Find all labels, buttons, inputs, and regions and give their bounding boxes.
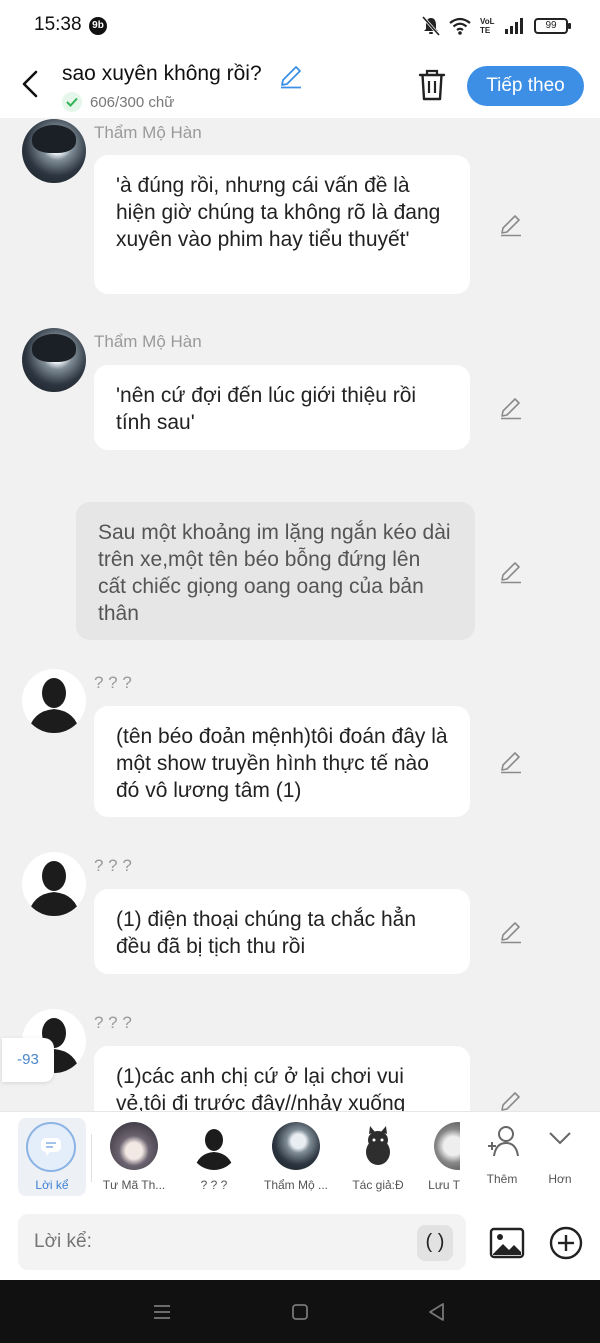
speaker-name: Thẩm Mộ Hàn [94,123,202,142]
back-icon[interactable] [425,1300,449,1324]
scroll-badge[interactable]: -93 [2,1038,54,1082]
volte-icon: VoLTE [480,17,495,35]
speaker-name: Thẩm Mộ Hàn [94,332,202,351]
character-tham-mo-han[interactable]: Thẩm Mộ ... [256,1112,336,1204]
home-icon[interactable] [288,1300,312,1324]
character-label: Lưu T [428,1178,460,1192]
battery-icon: 99 [534,18,571,34]
character-label: Thẩm Mộ ... [263,1178,328,1192]
narration-avatar [26,1122,76,1172]
edit-message-icon[interactable] [499,750,523,774]
character-label: Lời kể [35,1178,69,1192]
avatar[interactable] [22,669,86,733]
chevron-down-icon [549,1132,571,1145]
mute-icon [422,16,440,36]
character-tu-ma[interactable]: Tư Mã Th... [94,1112,174,1204]
parentheses-button[interactable]: ( ) [417,1225,453,1261]
editor-header: sao xuyên không rồi? 606/300 chữ Tiếp th… [0,52,600,118]
more-characters-button[interactable]: Hơn [522,1112,598,1204]
character-author[interactable]: Tác giả:Đ [338,1112,418,1204]
check-icon [62,92,82,112]
avatar[interactable] [22,119,86,183]
character-luu[interactable]: Lưu T [418,1112,460,1204]
message-bubble[interactable]: 'à đúng rồi, nhưng cái vấn đề là hiện gi… [94,155,470,294]
chat-bubble-icon [41,1138,61,1156]
menu-icon[interactable] [150,1300,174,1324]
message-bubble[interactable]: 'nên cứ đợi đến lúc giới thiệu rồi tính … [94,365,470,450]
character-label: Tác giả:Đ [352,1178,404,1192]
message-bubble[interactable]: (1) điện thoại chúng ta chắc hẳn đều đã … [94,889,470,974]
edit-title-icon[interactable] [278,63,304,89]
edit-message-icon[interactable] [499,1090,523,1111]
silhouette-icon [28,861,80,916]
character-unknown[interactable]: ? ? ? [174,1112,254,1204]
character-label: Tư Mã Th... [102,1178,166,1192]
divider [91,1134,92,1182]
speaker-name: ? ? ? [94,856,132,875]
system-nav-bar [0,1280,600,1343]
edit-message-icon[interactable] [499,213,523,237]
chat-area[interactable]: Thẩm Mộ Hàn 'à đúng rồi, nhưng cái vấn đ… [0,118,600,1111]
avatar [272,1122,320,1170]
character-bar: Lời kể Tư Mã Th... ? ? ? Thẩm Mộ ... Tác… [0,1111,600,1203]
avatar[interactable] [22,852,86,916]
image-icon[interactable] [488,1224,526,1262]
silhouette-icon [28,678,80,733]
avatar [190,1122,238,1170]
message-bubble[interactable]: (tên béo đoản mệnh)tôi đoán đây là một s… [94,706,470,817]
status-bar: 15:38 9b VoLTE 99 [0,0,600,52]
add-circle-icon[interactable] [548,1225,584,1261]
signal-icon [505,18,523,34]
app-notification-icon: 9b [89,17,107,35]
next-button[interactable]: Tiếp theo [467,66,584,106]
add-person-icon [488,1126,519,1157]
avatar [110,1122,158,1170]
status-icons: VoLTE 99 [422,14,571,38]
avatar [354,1122,402,1170]
status-time: 15:38 [34,14,82,35]
narration-bubble[interactable]: Sau một khoảng im lặng ngắn kéo dài trên… [76,502,475,640]
message-bubble[interactable]: (1)các anh chị cứ ở lại chơi vui vẻ,tôi … [94,1046,470,1111]
character-label: ? ? ? [200,1178,228,1192]
character-narration[interactable]: Lời kể [18,1118,86,1196]
back-arrow-icon[interactable] [16,66,46,102]
chapter-title: sao xuyên không rồi? [62,62,262,85]
avatar [434,1122,460,1170]
character-label: Hơn [548,1172,572,1186]
speaker-name: ? ? ? [94,1013,132,1032]
word-count: 606/300 chữ [62,92,174,112]
wifi-icon [449,17,471,35]
speaker-name: ? ? ? [94,673,132,692]
edit-message-icon[interactable] [499,396,523,420]
word-count-text: 606/300 chữ [90,93,175,111]
edit-message-icon[interactable] [499,560,523,584]
narration-input[interactable] [18,1214,466,1270]
edit-message-icon[interactable] [499,920,523,944]
trash-icon[interactable] [416,68,448,102]
avatar[interactable] [22,328,86,392]
input-bar: ( ) [0,1203,600,1280]
